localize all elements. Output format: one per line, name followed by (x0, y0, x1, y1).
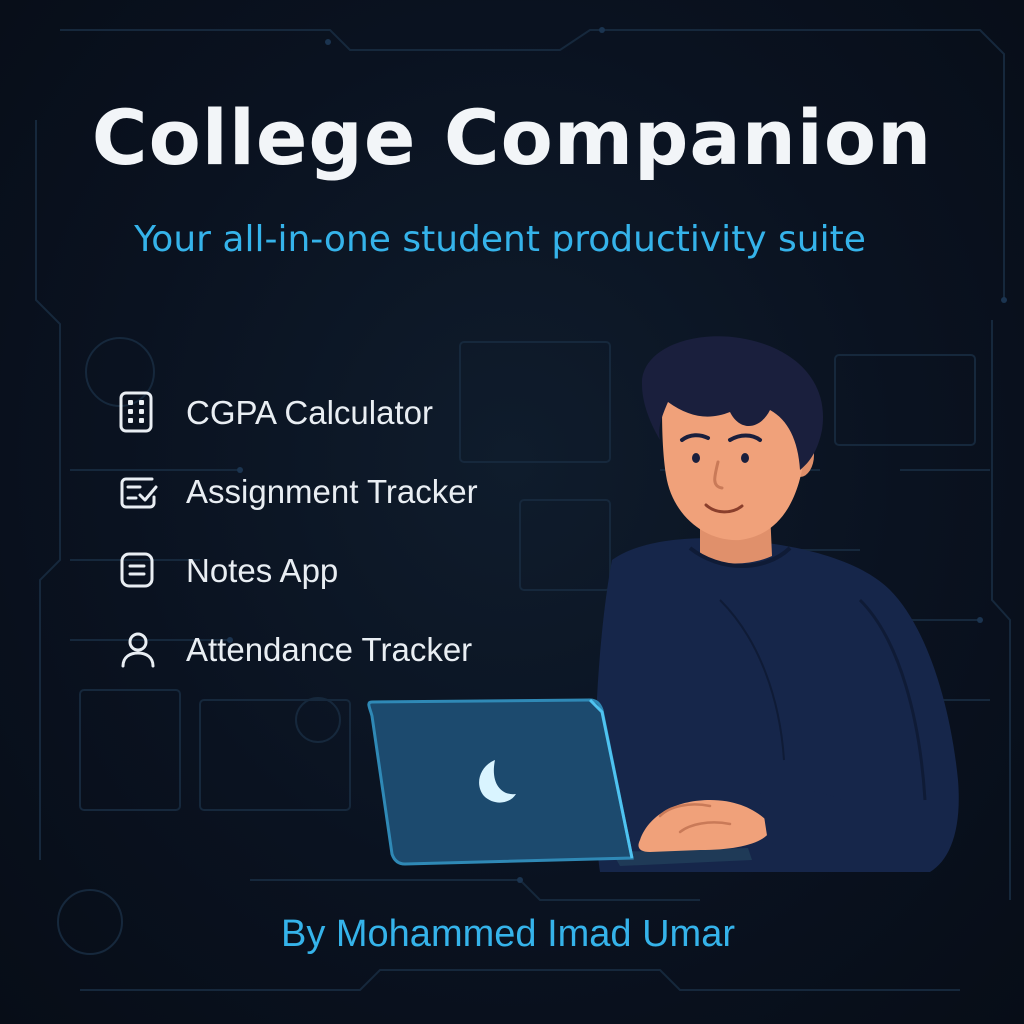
user-icon (118, 627, 162, 671)
feature-label: Notes App (186, 551, 339, 589)
page-subtitle: Your all-in-one student productivity sui… (134, 219, 866, 260)
calculator-icon (118, 390, 162, 434)
checklist-icon (118, 469, 162, 513)
page-title: College Companion (91, 93, 933, 182)
notes-icon (118, 548, 162, 592)
author-credit: By Mohammed Imad Umar (280, 913, 735, 955)
laptop-screen (367, 698, 634, 866)
student-illustration (367, 336, 959, 872)
poster: College Companion Your all-in-one studen… (0, 0, 1024, 1024)
